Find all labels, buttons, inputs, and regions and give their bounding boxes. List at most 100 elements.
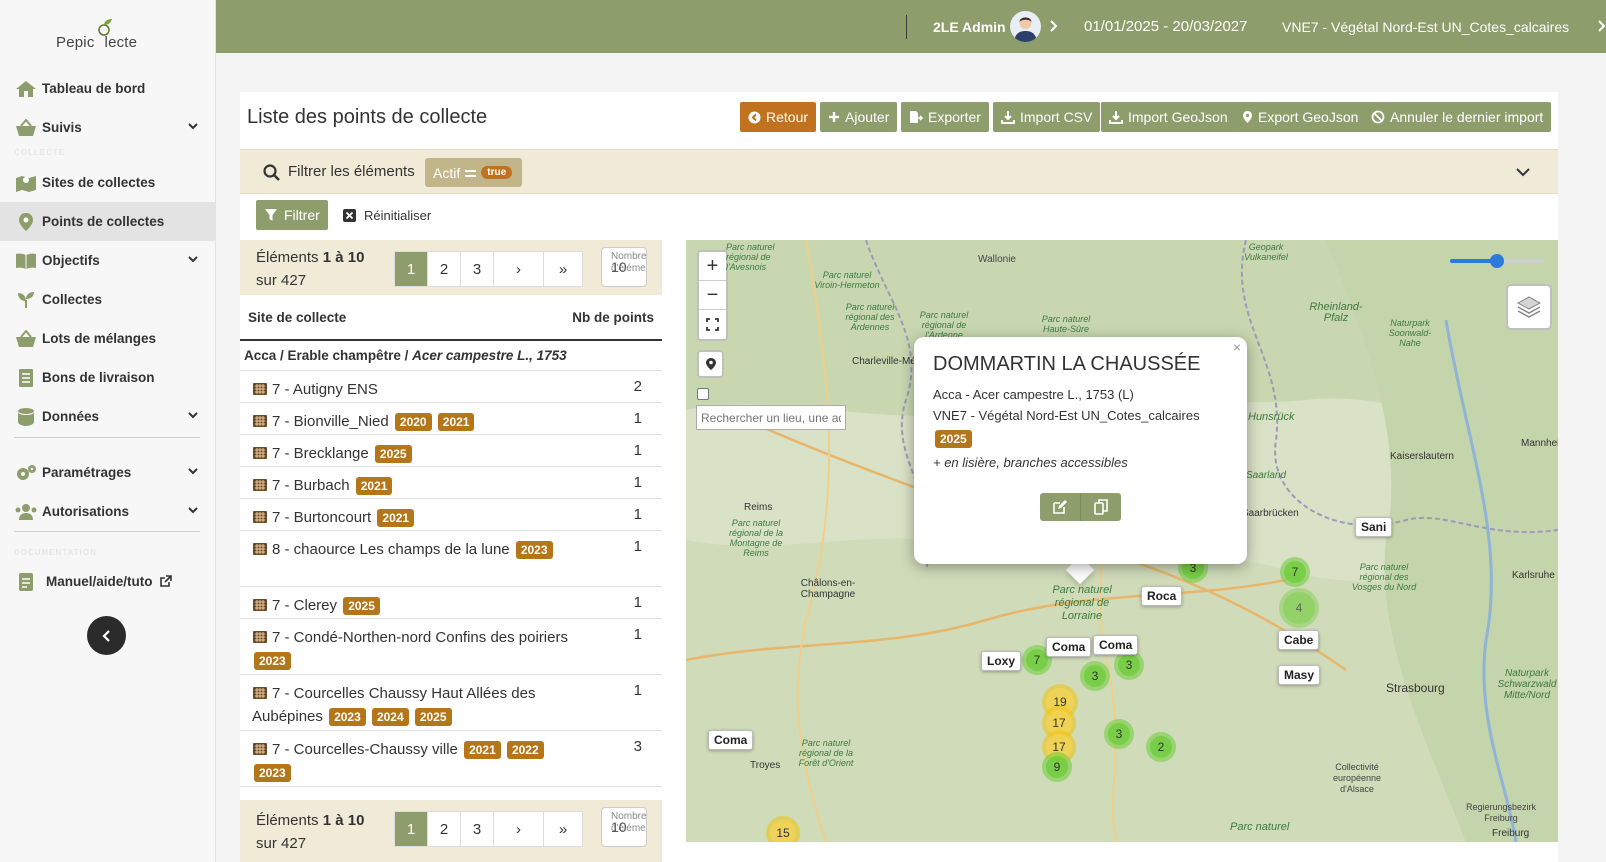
table-row[interactable]: 7 - Courcelles Chaussy Haut Allées des A…: [240, 675, 662, 731]
chevron-down-icon[interactable]: [1516, 167, 1530, 177]
marker-cluster[interactable]: 9: [1042, 752, 1072, 782]
opacity-slider[interactable]: [1448, 252, 1548, 270]
table-row[interactable]: 7 - Brecklange 2025 1: [240, 435, 662, 467]
ajouter-button[interactable]: Ajouter: [820, 102, 898, 132]
points-count: 1: [633, 682, 642, 699]
sidebar-item-parametrages[interactable]: Paramétrages: [0, 453, 216, 492]
sidebar-item-collectes[interactable]: Collectes: [0, 280, 216, 319]
sidebar-item-tableau-de-bord[interactable]: Tableau de bord: [0, 69, 216, 108]
site-label[interactable]: Masy: [1278, 665, 1321, 685]
per-page-select[interactable]: Nombre d'éléments 10: [601, 807, 647, 847]
sidebar-item-suivis[interactable]: Suivis: [0, 108, 216, 147]
table-row[interactable]: 8 - chaource Les champs de la lune 2023 1: [240, 531, 662, 587]
app-logo[interactable]: Pepic lecte: [56, 18, 166, 54]
col-site[interactable]: Site de collecte: [248, 310, 346, 325]
page-last[interactable]: »: [544, 812, 582, 846]
table-row[interactable]: 7 - Courcelles-Chaussy ville 2021 2022 2…: [240, 731, 662, 787]
place-label: Mannheim: [1521, 438, 1558, 449]
points-count: 1: [633, 442, 642, 459]
marker-cluster[interactable]: 3: [1080, 661, 1110, 691]
export-geojson-button[interactable]: Export GeoJson: [1234, 102, 1367, 132]
section-label: DOCUMENTATION: [14, 548, 97, 557]
fullscreen-button[interactable]: [699, 310, 726, 339]
organization-selector[interactable]: VNE7 - Végétal Nord-Est UN_Cotes_calcair…: [1282, 19, 1569, 35]
table-row[interactable]: 7 - Clerey 2025 1: [240, 587, 662, 619]
section-label: COLLECTE: [14, 148, 66, 157]
page-1[interactable]: 1: [395, 812, 428, 846]
edit-button[interactable]: [1040, 493, 1080, 521]
chevron-right-icon[interactable]: [1596, 20, 1606, 32]
list-icon: [14, 368, 38, 388]
sidebar-item-autorisations[interactable]: Autorisations: [0, 492, 216, 531]
import-geojson-button[interactable]: Import GeoJson: [1101, 102, 1236, 132]
sidebar-item-bons[interactable]: Bons de livraison: [0, 358, 216, 397]
site-name-text: 7 - Brecklange: [272, 445, 369, 462]
marker-cluster[interactable]: 15: [766, 816, 800, 842]
popup-title: DOMMARTIN LA CHAUSSÉE: [933, 353, 1201, 375]
zoom-out-button[interactable]: −: [699, 281, 726, 310]
site-label[interactable]: Roca: [1141, 586, 1183, 606]
table-row[interactable]: 7 - Burtoncourt 2021 1: [240, 499, 662, 531]
sidebar-item-sites[interactable]: Sites de collectes: [0, 163, 216, 202]
page-3[interactable]: 3: [461, 252, 494, 286]
sidebar-item-manuel[interactable]: Manuel/aide/tuto: [0, 562, 216, 601]
chevron-right-icon[interactable]: [1048, 20, 1058, 32]
annuler-import-button[interactable]: Annuler le dernier import: [1363, 102, 1552, 132]
sidebar-collapse-button[interactable]: [87, 616, 126, 655]
page-next[interactable]: ›: [494, 252, 544, 286]
filter-button[interactable]: Filtrer: [256, 200, 328, 230]
marker-cluster[interactable]: 4: [1279, 588, 1319, 628]
filter-bar[interactable]: Filtrer les éléments Actif true: [240, 149, 1558, 194]
sidebar-item-label: Données: [42, 409, 100, 424]
site-label[interactable]: Coma: [708, 730, 754, 750]
site-icon: [253, 479, 267, 491]
map-search-input[interactable]: [696, 405, 846, 430]
page-1[interactable]: 1: [395, 252, 428, 286]
sidebar-item-lots[interactable]: Lots de mélanges: [0, 319, 216, 358]
points-count: 1: [633, 474, 642, 491]
marker-cluster[interactable]: 3: [1104, 719, 1134, 749]
per-page-select[interactable]: Nombre d'éléments 10: [601, 247, 647, 287]
sidebar-item-objectifs[interactable]: Objectifs: [0, 241, 216, 280]
site-label[interactable]: Sani: [1355, 517, 1393, 537]
table-row[interactable]: 7 - Bionville_Nied 2020 2021 1: [240, 403, 662, 435]
page-3[interactable]: 3: [461, 812, 494, 846]
layers-control[interactable]: [1506, 284, 1552, 330]
popup-close-button[interactable]: ×: [1233, 339, 1241, 355]
page-next[interactable]: ›: [494, 812, 544, 846]
site-label[interactable]: Coma: [1046, 637, 1092, 657]
active-filter-chip[interactable]: Actif true: [425, 158, 522, 187]
table-row[interactable]: 7 - Condé-Northen-nord Confins des poiri…: [240, 619, 662, 675]
basket-icon: [14, 329, 38, 349]
page-2[interactable]: 2: [428, 812, 461, 846]
year-tag: 2023: [329, 708, 366, 726]
user-avatar[interactable]: [1010, 11, 1041, 42]
site-name: 7 - Condé-Northen-nord Confins des poiri…: [252, 626, 572, 672]
copy-button[interactable]: [1080, 493, 1120, 521]
exporter-button[interactable]: Exporter: [901, 102, 989, 132]
sidebar-item-points[interactable]: Points de collectes: [0, 202, 216, 241]
map-checkbox[interactable]: [697, 388, 709, 400]
marker-cluster[interactable]: 7: [1280, 557, 1310, 587]
site-label[interactable]: Cabe: [1278, 630, 1320, 650]
col-count[interactable]: Nb de points: [572, 310, 654, 325]
import-csv-button[interactable]: Import CSV: [993, 102, 1101, 132]
site-label[interactable]: Loxy: [981, 651, 1022, 671]
user-name[interactable]: 2LE Admin: [933, 19, 1006, 35]
sidebar-item-donnees[interactable]: Données: [0, 397, 216, 436]
page-last[interactable]: »: [544, 252, 582, 286]
home-icon: [14, 79, 38, 99]
reset-button[interactable]: Réinitialiser: [343, 208, 431, 223]
table-row[interactable]: 7 - Autigny ENS 2: [240, 371, 662, 403]
edit-icon: [1053, 500, 1067, 514]
marker-cluster[interactable]: 2: [1146, 732, 1176, 762]
zoom-in-button[interactable]: +: [699, 252, 726, 281]
page-2[interactable]: 2: [428, 252, 461, 286]
table-row[interactable]: 7 - Burbach 2021 1: [240, 467, 662, 499]
group-species: Acer campestre L., 1753: [412, 348, 567, 363]
date-range[interactable]: 01/01/2025 - 20/03/2027: [1084, 18, 1247, 35]
site-name: 7 - Burbach 2021: [252, 474, 572, 497]
site-label[interactable]: Coma: [1093, 635, 1139, 655]
retour-button[interactable]: Retour: [740, 102, 817, 132]
locate-control[interactable]: [697, 350, 724, 378]
